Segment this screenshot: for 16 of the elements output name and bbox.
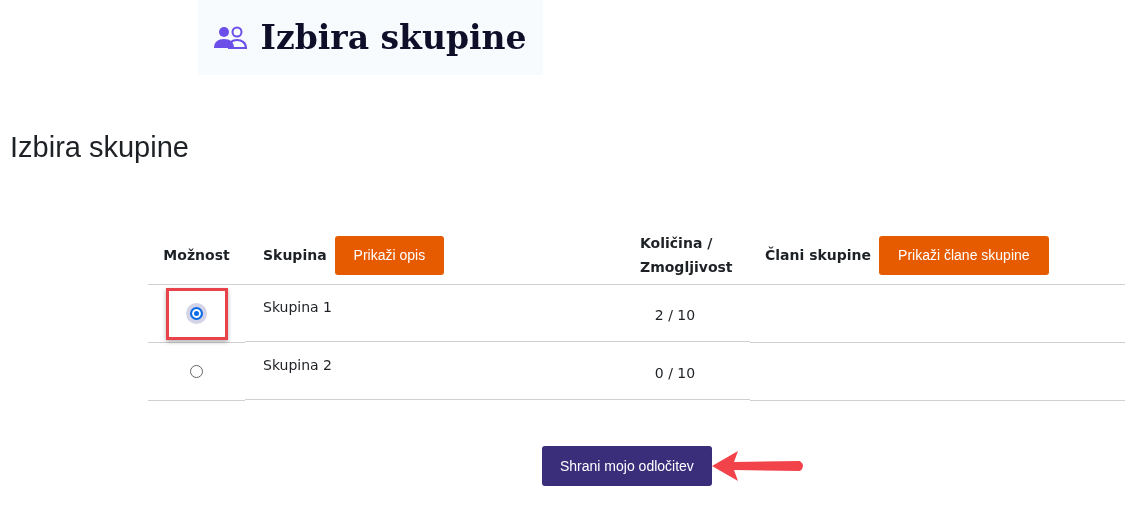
column-header: Možnost bbox=[163, 246, 230, 265]
show-description-button[interactable]: Prikaži opis bbox=[334, 235, 445, 275]
users-icon bbox=[214, 25, 249, 50]
section-heading: Izbira skupine bbox=[10, 131, 190, 165]
group-name: Skupina 2 bbox=[263, 357, 333, 373]
show-members-button[interactable]: Prikaži člane skupine bbox=[879, 235, 1049, 275]
count-text: 0 / 10 bbox=[654, 365, 696, 381]
group-name: Skupina 1 bbox=[263, 299, 333, 315]
page-title: Izbira skupine bbox=[260, 18, 527, 57]
column-header: Člani skupine bbox=[765, 245, 872, 265]
column-header: Količina / Zmogljivost bbox=[639, 234, 734, 277]
save-button[interactable]: Shrani mojo odločitev bbox=[542, 446, 712, 486]
radio-button[interactable] bbox=[190, 365, 203, 378]
count-text: 2 / 10 bbox=[654, 307, 696, 323]
radio-button[interactable] bbox=[190, 307, 203, 320]
column-header: Skupina bbox=[263, 246, 327, 265]
